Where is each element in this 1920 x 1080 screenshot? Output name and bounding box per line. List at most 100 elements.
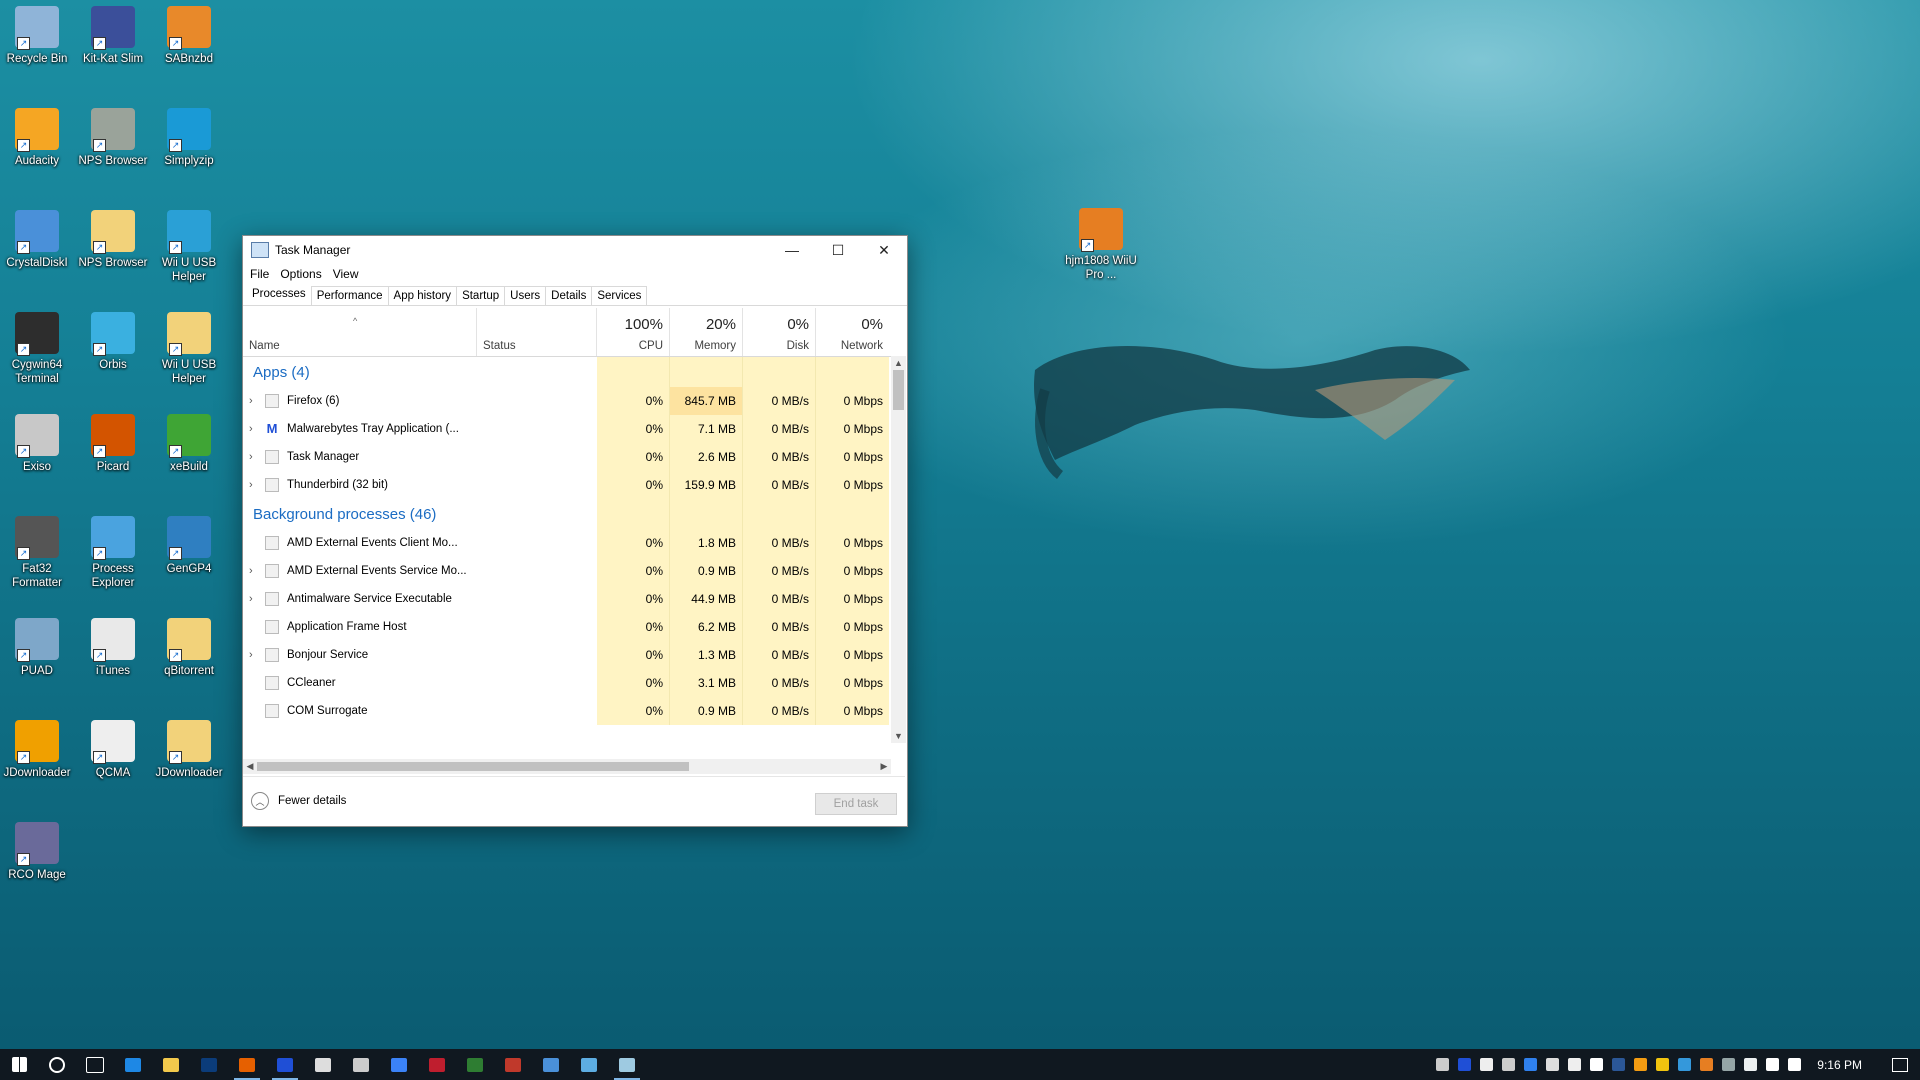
app-window-icon[interactable] — [380, 1049, 418, 1080]
tray-app-icon[interactable] — [1761, 1049, 1783, 1080]
tab-users[interactable]: Users — [504, 286, 547, 305]
table-row[interactable]: CCleaner 0% 3.1 MB 0 MB/s 0 Mbps — [243, 669, 891, 697]
desktop-icon[interactable]: ↗ JDownloader — [152, 720, 226, 780]
scroll-down-icon[interactable]: ▼ — [891, 729, 906, 743]
table-row[interactable]: Application Frame Host 0% 6.2 MB 0 MB/s 0 Mb… — [243, 613, 891, 641]
tab-services[interactable]: Services — [591, 286, 648, 305]
tray-app-icon[interactable] — [1541, 1049, 1563, 1080]
table-row[interactable]: › Thunderbird (32 bit) 0% 159.9 MB 0 MB/s 0 M… — [243, 471, 891, 499]
column-memory[interactable]: 20% Memory — [670, 308, 743, 356]
expand-chevron-icon[interactable]: › — [249, 479, 265, 491]
desktop-icon[interactable]: ↗ hjm1808 WiiU Pro ... — [1064, 208, 1138, 282]
clock[interactable]: 9:16 PM — [1805, 1058, 1880, 1072]
tray-app-icon[interactable] — [1453, 1049, 1475, 1080]
desktop-icon[interactable]: ↗ JDownloader — [0, 720, 74, 780]
table-row[interactable]: › Firefox (6) 0% 845.7 MB 0 MB/s 0 Mbps — [243, 387, 891, 415]
desktop-icon[interactable]: ↗ CrystalDiskI — [0, 210, 74, 270]
horizontal-scrollbar[interactable]: ◀ ▶ — [243, 759, 891, 774]
end-task-button[interactable]: End task — [815, 793, 897, 815]
desktop-icon[interactable]: ↗ GenGP4 — [152, 516, 226, 576]
fewer-details-button[interactable]: ︿ Fewer details — [243, 792, 346, 810]
expand-chevron-icon[interactable]: › — [249, 593, 265, 605]
desktop-icon[interactable]: ↗ Picard — [76, 414, 150, 474]
tab-startup[interactable]: Startup — [456, 286, 506, 305]
filezilla-icon[interactable] — [418, 1049, 456, 1080]
menu-view[interactable]: View — [330, 267, 367, 281]
tray-app-icon[interactable] — [1673, 1049, 1695, 1080]
scroll-thumb[interactable] — [893, 370, 904, 410]
expand-chevron-icon[interactable]: › — [249, 451, 265, 463]
scroll-up-icon[interactable]: ▲ — [891, 356, 906, 370]
desktop-icon[interactable]: ↗ Fat32 Formatter — [0, 516, 74, 590]
scroll-right-icon[interactable]: ▶ — [877, 759, 891, 774]
hscroll-thumb[interactable] — [257, 762, 689, 771]
desktop-icon[interactable]: ↗ xeBuild — [152, 414, 226, 474]
tray-app-icon[interactable] — [1497, 1049, 1519, 1080]
terminal-icon[interactable] — [456, 1049, 494, 1080]
table-row[interactable]: › M Malwarebytes Tray Application (... 0% 7.… — [243, 415, 891, 443]
tray-app-icon[interactable] — [1607, 1049, 1629, 1080]
remote-desktop-icon[interactable] — [532, 1049, 570, 1080]
cortana-button[interactable] — [38, 1049, 76, 1080]
desktop-icon[interactable]: ↗ Simplyzip — [152, 108, 226, 168]
start-button[interactable] — [0, 1049, 38, 1080]
photoshop-icon[interactable] — [190, 1049, 228, 1080]
desktop-icon[interactable]: ↗ iTunes — [76, 618, 150, 678]
tray-app-icon[interactable] — [1563, 1049, 1585, 1080]
tray-app-icon[interactable] — [1717, 1049, 1739, 1080]
maximize-button[interactable]: ☐ — [815, 236, 861, 264]
desktop-icon[interactable]: ↗ Orbis — [76, 312, 150, 372]
tray-app-icon[interactable] — [1629, 1049, 1651, 1080]
title-bar[interactable]: Task Manager — ☐ ✕ — [243, 236, 907, 264]
tray-app-icon[interactable] — [1519, 1049, 1541, 1080]
desktop-icon[interactable]: ↗ Kit-Kat Slim — [76, 6, 150, 66]
desktop-icon[interactable]: ↗ QCMA — [76, 720, 150, 780]
edge-icon[interactable] — [114, 1049, 152, 1080]
scroll-left-icon[interactable]: ◀ — [243, 759, 257, 774]
table-row[interactable]: › Task Manager 0% 2.6 MB 0 MB/s 0 Mbps — [243, 443, 891, 471]
expand-chevron-icon[interactable]: › — [249, 565, 265, 577]
image-tool-icon[interactable] — [494, 1049, 532, 1080]
monitor-icon[interactable] — [570, 1049, 608, 1080]
minimize-button[interactable]: — — [769, 236, 815, 264]
desktop-icon[interactable]: ↗ Wii U USB Helper — [152, 210, 226, 284]
tray-app-icon[interactable] — [1651, 1049, 1673, 1080]
desktop-icon[interactable]: ↗ NPS Browser — [76, 210, 150, 270]
task-manager-icon[interactable] — [608, 1049, 646, 1080]
table-row[interactable]: AMD External Events Client Mo... 0% 1.8 MB… — [243, 529, 891, 557]
tab-processes[interactable]: Processes — [246, 284, 312, 305]
firefox-icon[interactable] — [228, 1049, 266, 1080]
tray-app-icon[interactable] — [1695, 1049, 1717, 1080]
column-disk[interactable]: 0% Disk — [743, 308, 816, 356]
menu-file[interactable]: File — [247, 267, 277, 281]
close-button[interactable]: ✕ — [861, 236, 907, 264]
desktop-icon[interactable]: ↗ NPS Browser — [76, 108, 150, 168]
column-cpu[interactable]: 100% CPU — [597, 308, 670, 356]
column-name[interactable]: ^ Name — [243, 308, 477, 356]
table-row[interactable]: › Bonjour Service 0% 1.3 MB 0 MB/s 0 Mbps — [243, 641, 891, 669]
task-view-button[interactable] — [76, 1049, 114, 1080]
desktop-icon[interactable]: ↗ SABnzbd — [152, 6, 226, 66]
desktop-icon[interactable]: ↗ PUAD — [0, 618, 74, 678]
table-row[interactable]: COM Surrogate 0% 0.9 MB 0 MB/s 0 Mbps — [243, 697, 891, 725]
malwarebytes-icon[interactable] — [266, 1049, 304, 1080]
expand-chevron-icon[interactable]: › — [249, 395, 265, 407]
action-center-button[interactable] — [1880, 1049, 1920, 1080]
desktop-icon[interactable]: ↗ qBitorrent — [152, 618, 226, 678]
desktop-icon[interactable]: ↗ RCO Mage — [0, 822, 74, 882]
tab-details[interactable]: Details — [545, 286, 593, 305]
file-explorer-icon[interactable] — [152, 1049, 190, 1080]
tray-app-icon[interactable] — [1475, 1049, 1497, 1080]
desktop-icon[interactable]: ↗ Cygwin64 Terminal — [0, 312, 74, 386]
tray-app-icon[interactable] — [1739, 1049, 1761, 1080]
desktop-icon[interactable]: ↗ Audacity — [0, 108, 74, 168]
tab-app-history[interactable]: App history — [387, 286, 458, 305]
tray-app-icon[interactable] — [1431, 1049, 1453, 1080]
chrome-icon[interactable] — [304, 1049, 342, 1080]
menu-options[interactable]: Options — [277, 267, 329, 281]
desktop-icon[interactable]: ↗ Recycle Bin — [0, 6, 74, 66]
table-row[interactable]: › Antimalware Service Executable 0% 44.9 MB… — [243, 585, 891, 613]
desktop-icon[interactable]: ↗ Exiso — [0, 414, 74, 474]
tray-app-icon[interactable] — [1783, 1049, 1805, 1080]
desktop-icon[interactable]: ↗ Wii U USB Helper — [152, 312, 226, 386]
